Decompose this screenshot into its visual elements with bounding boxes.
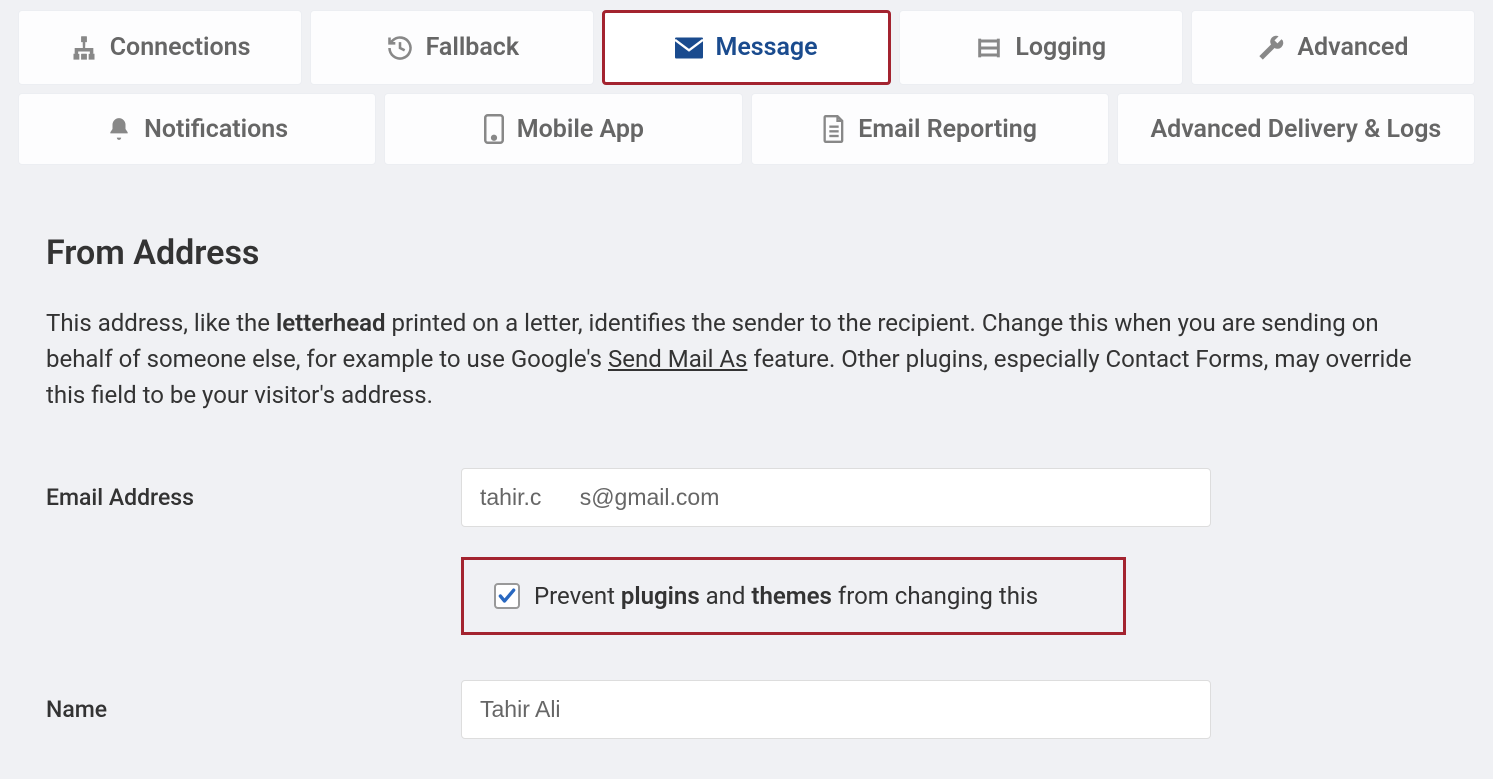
tab-advanced[interactable]: Advanced [1191, 10, 1475, 85]
tabs-row-2: Notifications Mobile App Email Reporting… [18, 93, 1475, 165]
content-area: From Address This address, like the lett… [18, 173, 1475, 739]
name-label: Name [46, 696, 461, 723]
tab-advanced-delivery[interactable]: Advanced Delivery & Logs [1117, 93, 1475, 165]
tab-label: Mobile App [517, 115, 644, 144]
email-address-label: Email Address [46, 484, 461, 511]
file-icon [822, 115, 846, 143]
name-row: Name [46, 680, 1447, 739]
tab-logging[interactable]: Logging [899, 10, 1183, 85]
prevent-override-row: Prevent plugins and themes from changing… [461, 557, 1126, 635]
tab-mobile-app[interactable]: Mobile App [384, 93, 742, 165]
tab-label: Logging [1015, 33, 1106, 62]
wrench-icon [1257, 34, 1285, 62]
envelope-icon [675, 37, 703, 59]
section-heading: From Address [46, 233, 1447, 273]
send-mail-as-link[interactable]: Send Mail As [608, 345, 747, 373]
tab-label: Notifications [144, 115, 288, 144]
sitemap-icon [70, 34, 98, 62]
tab-label: Email Reporting [858, 115, 1037, 144]
tab-label: Connections [110, 33, 251, 62]
section-description: This address, like the letterhead printe… [46, 305, 1447, 413]
email-address-row: Email Address [46, 468, 1447, 527]
tab-notifications[interactable]: Notifications [18, 93, 376, 165]
tab-message[interactable]: Message [602, 10, 890, 85]
prevent-override-checkbox[interactable] [494, 583, 520, 609]
tab-email-reporting[interactable]: Email Reporting [751, 93, 1109, 165]
tab-fallback[interactable]: Fallback [310, 10, 594, 85]
tab-connections[interactable]: Connections [18, 10, 302, 85]
bell-icon [106, 116, 132, 142]
email-address-input[interactable] [461, 468, 1211, 527]
name-input[interactable] [461, 680, 1211, 739]
tabs-row-1: Connections Fallback Message Logging Adv… [18, 10, 1475, 85]
history-icon [386, 34, 414, 62]
list-icon [975, 34, 1003, 62]
tab-label: Message [715, 33, 817, 62]
tab-label: Fallback [426, 33, 519, 62]
tab-label: Advanced [1297, 33, 1408, 62]
prevent-override-label: Prevent plugins and themes from changing… [534, 582, 1038, 610]
tab-label: Advanced Delivery & Logs [1150, 115, 1441, 144]
mobile-icon [483, 114, 505, 144]
